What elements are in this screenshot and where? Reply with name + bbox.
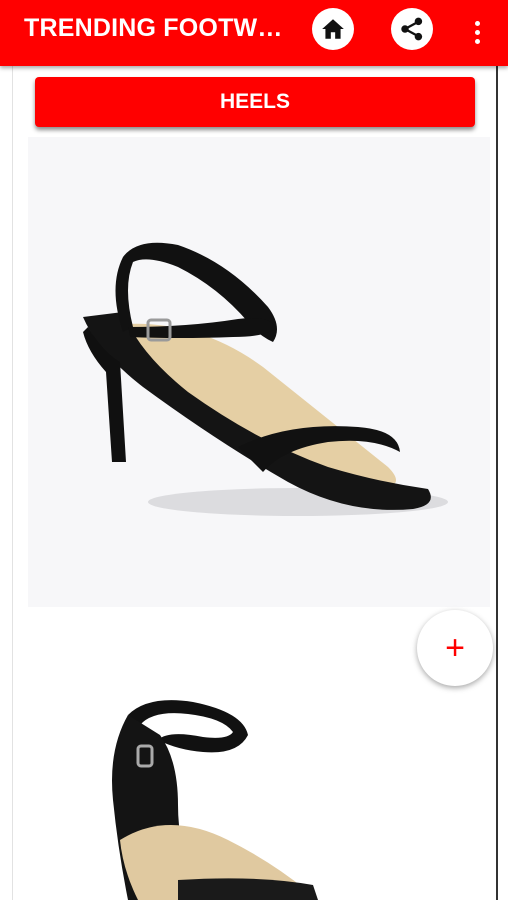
category-button-heels[interactable]: HEELS: [35, 77, 475, 127]
block-heel-image: [112, 700, 318, 900]
home-button[interactable]: [312, 8, 354, 50]
product-image-1[interactable]: [28, 137, 490, 607]
share-button[interactable]: [391, 8, 433, 50]
product-image-2[interactable]: [28, 640, 490, 900]
share-icon: [401, 17, 423, 41]
app-bar: TRENDING FOOTWEAR: [0, 0, 508, 66]
more-options-button[interactable]: [466, 12, 488, 52]
heel-sandal-image: [83, 242, 448, 516]
more-vert-icon: [474, 20, 480, 26]
add-fab-button[interactable]: +: [417, 610, 493, 686]
home-icon: [322, 19, 344, 39]
app-title: TRENDING FOOTWEAR: [24, 14, 286, 42]
